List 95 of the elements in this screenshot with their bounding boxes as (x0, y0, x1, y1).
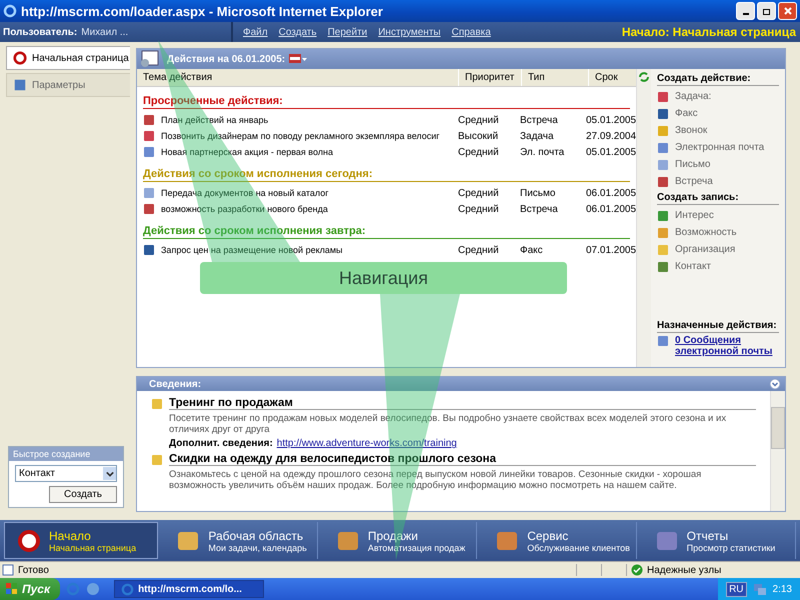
create-link[interactable]: Организация (675, 244, 736, 255)
nav-tab[interactable]: Рабочая область Мои задачи, календарь (164, 522, 318, 559)
collapse-icon[interactable] (769, 378, 781, 390)
close-button[interactable] (778, 2, 797, 20)
user-name: Михаил ... (81, 26, 128, 38)
email-messages-link[interactable]: 0 Сообщения электронной почты (675, 335, 779, 357)
table-cell-text: Высокий (457, 130, 500, 142)
column-header[interactable]: Приоритет (458, 69, 521, 86)
target-icon (17, 528, 41, 552)
table-cell[interactable]: Позвонить дизайнерам по поводу рекламного экземпляра велосиг (161, 131, 440, 141)
table-cell[interactable]: План действий на январь (161, 115, 268, 125)
table-cell-text: 06.01.2005 (585, 204, 636, 214)
create-link[interactable]: Возможность (675, 227, 737, 238)
table-cell-text: 05.01.2005 (585, 114, 636, 126)
create-link[interactable]: Звонок (675, 125, 708, 136)
table-cell-text: 07.01.2005 (585, 244, 636, 256)
menu-item[interactable]: Файл (243, 26, 268, 38)
nav-tab[interactable]: Сервис Обслуживание клиентов (483, 522, 637, 559)
panel-title: Сведения: (149, 378, 202, 390)
minimize-button[interactable] (736, 2, 755, 20)
refresh-icon[interactable] (638, 71, 650, 83)
sidebar-item[interactable]: Параметры (6, 73, 130, 97)
sidebar-item[interactable]: Начальная страница (6, 46, 130, 70)
taskbar-window-button[interactable]: http://mscrm.com/lo... (114, 580, 264, 598)
create-link[interactable]: Контакт (675, 261, 712, 272)
table-cell-text: Факс (519, 244, 544, 256)
table-cell-text: 05.01.2005 (585, 146, 636, 158)
column-header[interactable]: Тема действия (137, 69, 458, 86)
menu-item[interactable]: Создать (278, 26, 317, 38)
record-type-dropdown[interactable]: Контакт (15, 465, 117, 482)
table-cell[interactable]: Передача документов на новый каталог (161, 188, 329, 198)
menu-item[interactable]: Перейти (328, 26, 368, 38)
create-link[interactable]: Встреча (675, 176, 713, 187)
location-title: Начало: Начальная страница (622, 25, 796, 39)
group-heading: Действия со сроком исполнения завтра: (143, 225, 630, 239)
scroll-bar[interactable] (770, 391, 785, 511)
table-cell-text: Средний (457, 146, 500, 158)
page-icon (2, 564, 14, 576)
create-link[interactable]: Интерес (675, 210, 714, 221)
table-cell-text: 06.01.2005 (585, 188, 636, 198)
clock: 2:13 (772, 584, 792, 594)
nav-tab[interactable]: Отчеты Просмотр статистики (642, 522, 796, 559)
callout-label: Навигация (200, 262, 567, 294)
minimize-icon (742, 13, 748, 15)
windows-logo-icon (6, 583, 18, 595)
caret-icon (106, 470, 114, 478)
training-link[interactable]: http://www.adventure-works.com/training (276, 438, 457, 449)
group-heading: Просроченные действия: (143, 95, 630, 109)
table-cell-text: Средний (457, 114, 500, 126)
table-cell-text: Встреча (519, 114, 559, 126)
checkmark-icon (631, 564, 643, 576)
browser-icon (121, 582, 134, 596)
column-header[interactable]: Тип (521, 69, 588, 86)
article-title: Скидки на одежду для велосипедистов прошлого сезона (169, 453, 756, 466)
table-cell[interactable]: возможность разработки нового бренда (161, 204, 328, 214)
restore-icon (762, 6, 772, 16)
more-info-label: Дополнит. сведения: (169, 438, 273, 449)
scroll-bar[interactable] (636, 69, 651, 367)
menu-item[interactable]: Справка (452, 26, 491, 38)
panel-title: Быстрое создание (9, 447, 123, 461)
nav-tab[interactable]: Начало Начальная страница (4, 522, 158, 559)
section-heading: Назначенные действия: (657, 318, 779, 333)
user-label: Пользователь: (3, 26, 78, 38)
panel-title: Действия на 06.01.2005: (167, 54, 286, 64)
menu-item[interactable]: Инструменты (378, 26, 441, 38)
table-cell-text: Встреча (519, 204, 559, 214)
start-button[interactable]: Пуск (0, 578, 60, 600)
section-heading: Создать запись: (657, 190, 779, 205)
article-title: Тренинг по продажам (169, 397, 756, 410)
create-link[interactable]: Задача: (675, 91, 712, 102)
table-cell-text: Средний (457, 204, 500, 214)
target-icon (13, 51, 27, 65)
group-heading: Действия со сроком исполнения сегодня: (143, 168, 630, 182)
table-cell-text: Письмо (519, 188, 556, 198)
section-heading: Создать действие: (657, 71, 779, 86)
close-icon (782, 6, 792, 16)
status-text: Готово (18, 564, 50, 576)
window-title: http://mscrm.com/loader.aspx - Microsoft Internet Explorer (21, 4, 383, 18)
create-link[interactable]: Факс (675, 108, 698, 119)
create-link[interactable]: Электронная почта (675, 142, 764, 153)
browser-icon (3, 4, 17, 18)
table-cell[interactable]: Новая партнерская акция - первая волна (161, 147, 334, 157)
create-button[interactable]: Создать (49, 486, 117, 503)
table-cell-text: Задача (519, 130, 555, 142)
table-cell-text: Средний (457, 188, 500, 198)
flag-icon (289, 54, 308, 64)
restore-button[interactable] (757, 2, 776, 20)
language-indicator[interactable]: RU (726, 582, 747, 596)
security-zone: Надежные узлы (647, 564, 722, 576)
create-link[interactable]: Письмо (675, 159, 710, 170)
table-cell[interactable]: Запрос цен на размещение новой рекламы (161, 245, 343, 255)
nav-tab[interactable]: Продажи Автоматизация продаж (324, 522, 478, 559)
table-cell-text: Эл. почта (519, 146, 566, 158)
table-cell-text: 27.09.2004 (585, 130, 636, 142)
table-cell-text: Средний (457, 244, 500, 256)
